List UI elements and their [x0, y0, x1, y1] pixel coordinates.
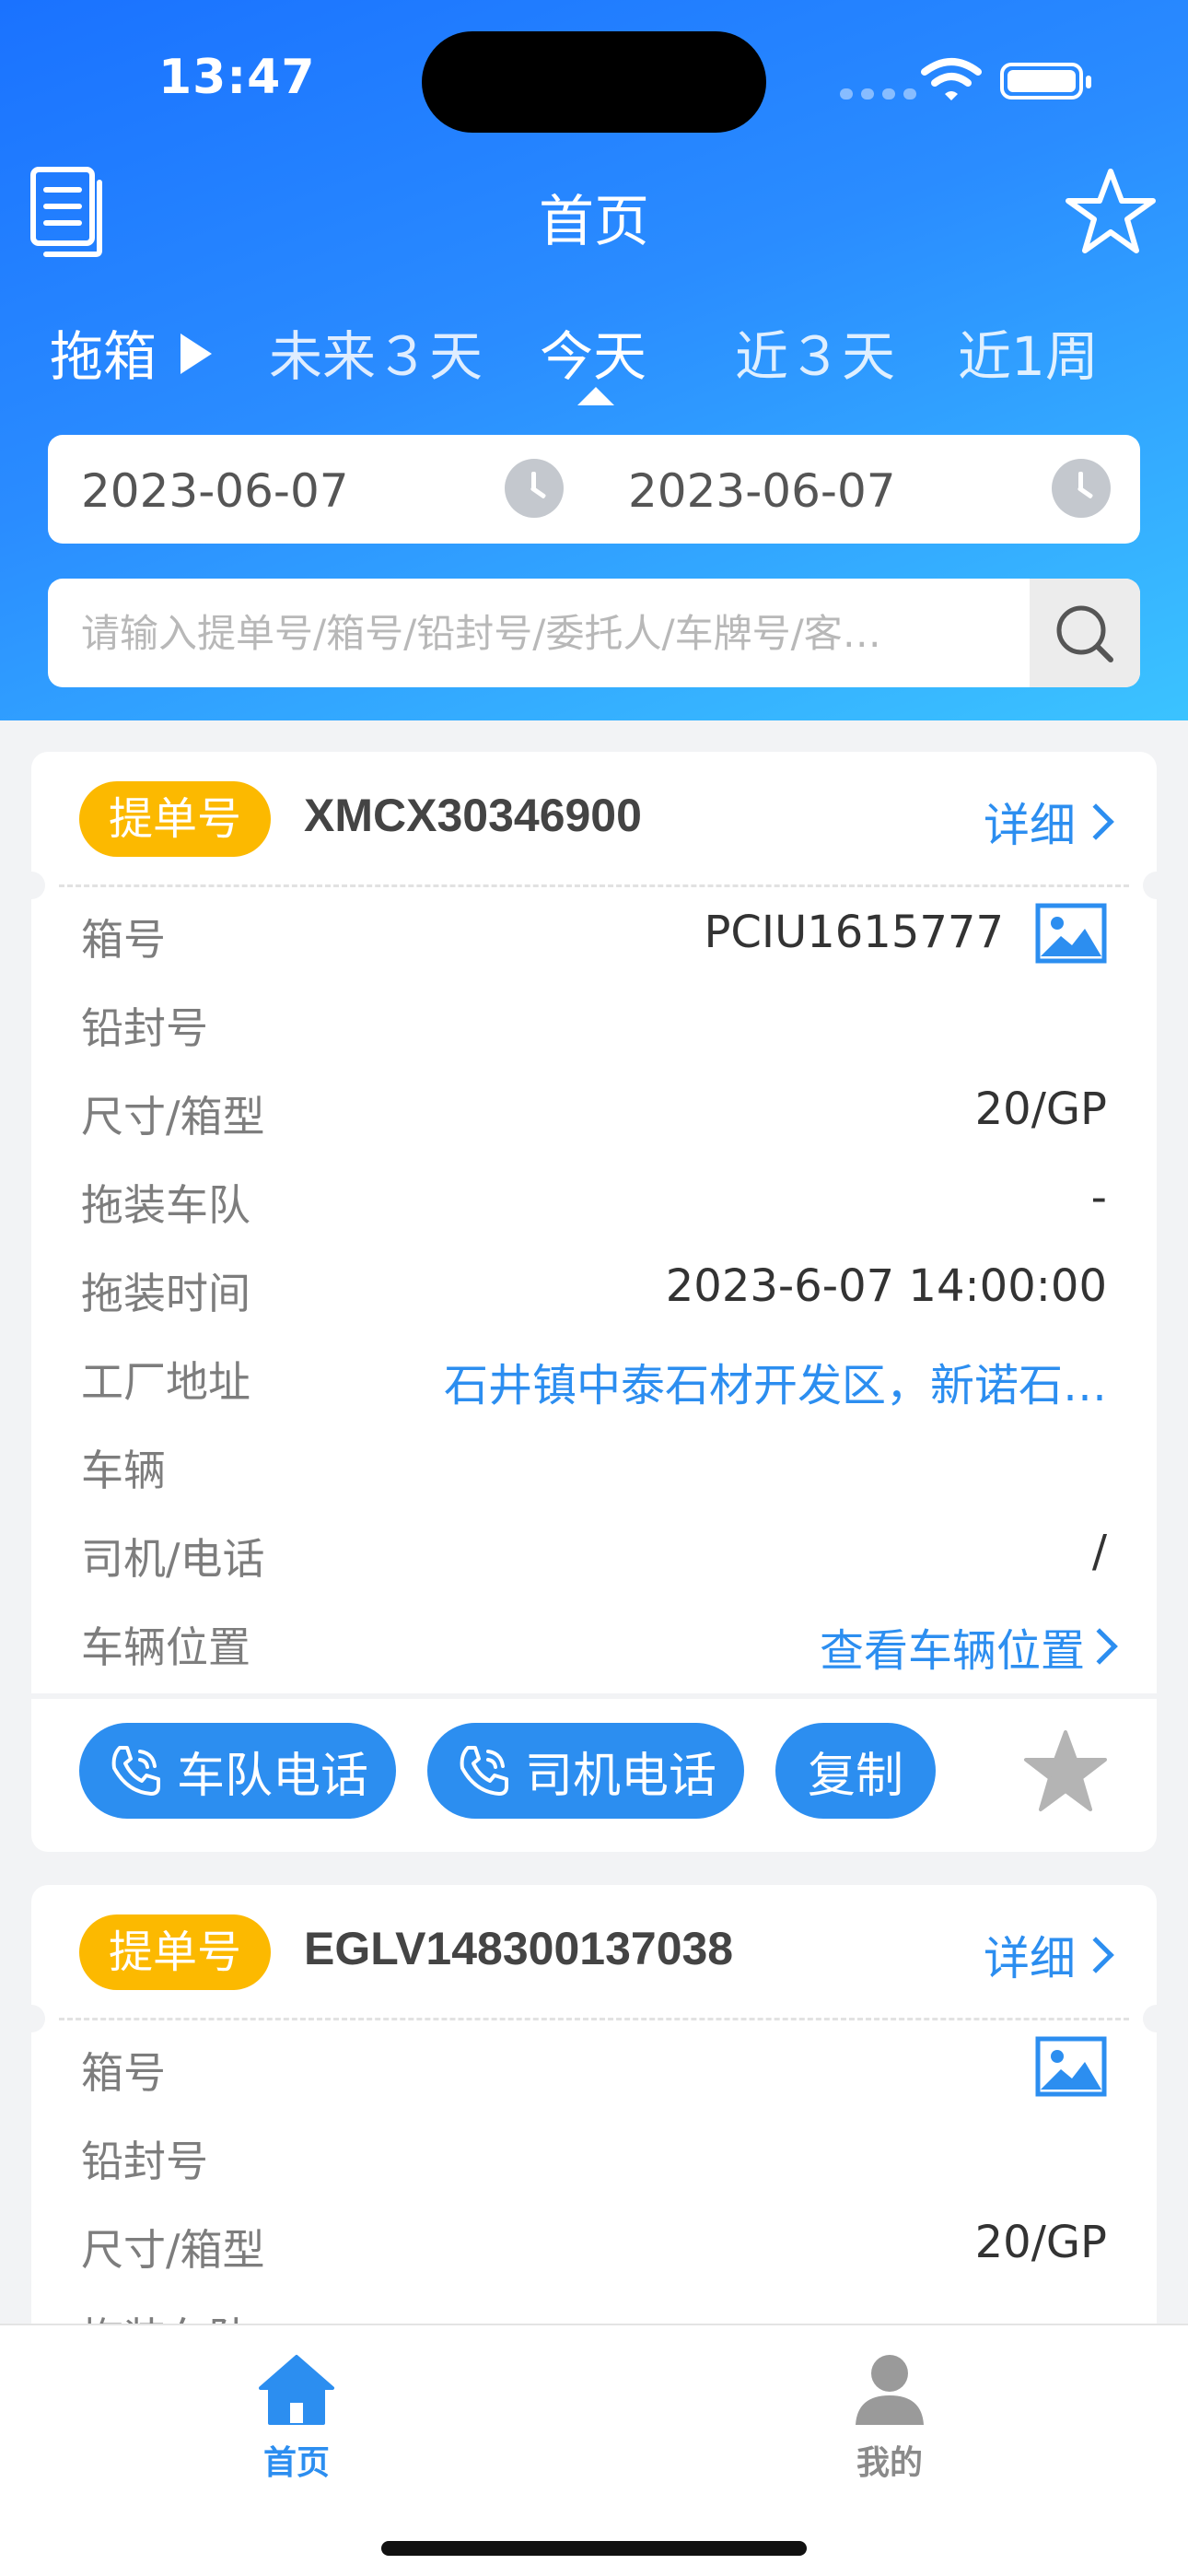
phone-icon [111, 1746, 160, 1796]
row-value: / [1091, 1526, 1107, 1577]
bl-badge: 提单号 [79, 1914, 271, 1990]
bottom-tab-label: 首页 [262, 2444, 330, 2482]
bottom-tab-bar: 首页 我的 [0, 2324, 1188, 2576]
detail-label: 详细 [984, 1932, 1076, 1985]
row-label: 铅封号 [81, 1003, 208, 1053]
row-vehicle: 车辆 [81, 1430, 1107, 1495]
row-seal-no: 铅封号 [81, 2121, 1107, 2186]
bl-number: EGLV148300137038 [304, 1923, 734, 1974]
row-label: 拖装车队 [81, 1180, 250, 1230]
battery-icon [1000, 63, 1091, 100]
tab-tuoxiang[interactable]: 拖箱 [50, 313, 157, 391]
status-time: 13:47 [158, 50, 316, 105]
dynamic-island [422, 31, 766, 133]
row-label: 车辆 [81, 1446, 166, 1495]
bl-badge: 提单号 [79, 781, 271, 857]
detail-label: 详细 [984, 799, 1076, 852]
row-size-type: 尺寸/箱型 20/GP [81, 1076, 1107, 1142]
search-input[interactable] [48, 579, 1030, 687]
vehicle-location-label: 查看车辆位置 [819, 1625, 1085, 1677]
chevron-right-icon [1077, 1937, 1114, 1973]
star-outline-icon[interactable] [1063, 164, 1159, 260]
row-label: 车辆位置 [81, 1622, 250, 1672]
chevron-right-icon [1081, 1628, 1118, 1665]
clock-icon[interactable] [505, 459, 564, 518]
tab-last-3-days[interactable]: 近３天 [735, 313, 895, 391]
tab-last-week[interactable]: 近1周 [958, 313, 1099, 391]
detail-link[interactable]: 详细 [984, 1922, 1114, 1988]
row-time: 拖装时间 2023-6-07 14:00:00 [81, 1253, 1107, 1318]
row-value: - [1090, 1172, 1107, 1224]
page-title: 首页 [539, 190, 649, 254]
tab-today[interactable]: 今天 [540, 313, 646, 391]
row-container-no: 箱号 [81, 2032, 1107, 2098]
home-icon [259, 2355, 334, 2425]
star-filled-icon[interactable] [1022, 1728, 1109, 1815]
date-range-picker: 2023-06-07 2023-06-07 [48, 435, 1140, 544]
divider [31, 1693, 1157, 1699]
date-tabs: 拖箱 未来３天 今天 近３天 近1周 [0, 304, 1188, 405]
play-icon[interactable] [181, 334, 212, 374]
row-size-type: 尺寸/箱型 20/GP [81, 2209, 1107, 2275]
detail-link[interactable]: 详细 [984, 789, 1114, 855]
end-date[interactable]: 2023-06-07 [628, 464, 896, 518]
tab-indicator [577, 387, 614, 405]
search-bar [48, 579, 1140, 687]
header: 13:47 首页 拖箱 未来３天 今天 近３天 近1周 2023-06-07 2… [0, 0, 1188, 720]
bottom-tab-label: 我的 [856, 2444, 923, 2482]
row-label: 尺寸/箱型 [81, 1092, 265, 1142]
row-label: 尺寸/箱型 [81, 2225, 265, 2275]
card-notch [1143, 872, 1157, 899]
order-card: 提单号 XMCX30346900 详细 箱号 PCIU1615777 铅封号 尺… [31, 752, 1157, 1852]
row-label: 司机/电话 [81, 1534, 265, 1584]
vehicle-location-link[interactable]: 查看车辆位置 [819, 1614, 1118, 1679]
row-driver-phone: 司机/电话 / [81, 1518, 1107, 1584]
order-card: 提单号 EGLV148300137038 详细 箱号 铅封号 尺寸/箱型 20/… [31, 1885, 1157, 2364]
dashed-divider [59, 884, 1129, 887]
card-notch [31, 2005, 45, 2032]
fleet-phone-button[interactable]: 车队电话 [79, 1723, 396, 1819]
signal-icon [840, 88, 916, 100]
driver-phone-button[interactable]: 司机电话 [427, 1723, 744, 1819]
image-icon[interactable] [1035, 903, 1107, 964]
chevron-right-icon [1077, 803, 1114, 840]
bl-number: XMCX30346900 [304, 790, 642, 841]
card-notch [31, 872, 45, 899]
dashed-divider [59, 2018, 1129, 2020]
row-fleet: 拖装车队 - [81, 1165, 1107, 1230]
row-vehicle-location: 车辆位置 查看车辆位置 [81, 1607, 1118, 1677]
user-icon [856, 2355, 924, 2425]
copy-button[interactable]: 复制 [775, 1723, 936, 1819]
row-value: 2023-6-07 14:00:00 [665, 1260, 1107, 1312]
row-label: 拖装时间 [81, 1269, 250, 1318]
start-date[interactable]: 2023-06-07 [81, 464, 349, 518]
row-label: 箱号 [81, 2048, 166, 2098]
fleet-phone-label: 车队电话 [176, 1748, 368, 1804]
row-container-no: 箱号 PCIU1615777 [81, 899, 1107, 965]
home-indicator [381, 2541, 807, 2556]
row-value: 20/GP [974, 1083, 1107, 1135]
bottom-tab-home[interactable]: 首页 [204, 2349, 389, 2484]
row-value: 20/GP [974, 2217, 1107, 2268]
address-link[interactable]: 石井镇中泰石材开发区，新诺石… [328, 1349, 1107, 1413]
status-bar: 13:47 [0, 0, 1188, 157]
bottom-tab-mine[interactable]: 我的 [798, 2349, 982, 2484]
row-seal-no: 铅封号 [81, 988, 1107, 1053]
row-label: 工厂地址 [81, 1357, 250, 1407]
copy-label: 复制 [807, 1748, 903, 1804]
search-button[interactable] [1030, 579, 1140, 687]
nav-bar: 首页 [0, 157, 1188, 267]
driver-phone-label: 司机电话 [524, 1748, 716, 1804]
wifi-icon [921, 58, 982, 100]
row-label: 箱号 [81, 915, 166, 965]
row-factory-address: 工厂地址 石井镇中泰石材开发区，新诺石… [81, 1341, 1107, 1411]
card-notch [1143, 2005, 1157, 2032]
clock-icon[interactable] [1052, 459, 1111, 518]
search-icon [1056, 605, 1113, 662]
image-icon[interactable] [1035, 2036, 1107, 2097]
row-value: PCIU1615777 [704, 907, 1004, 958]
phone-icon [460, 1746, 508, 1796]
tab-next-3-days[interactable]: 未来３天 [269, 313, 483, 391]
row-label: 铅封号 [81, 2137, 208, 2186]
